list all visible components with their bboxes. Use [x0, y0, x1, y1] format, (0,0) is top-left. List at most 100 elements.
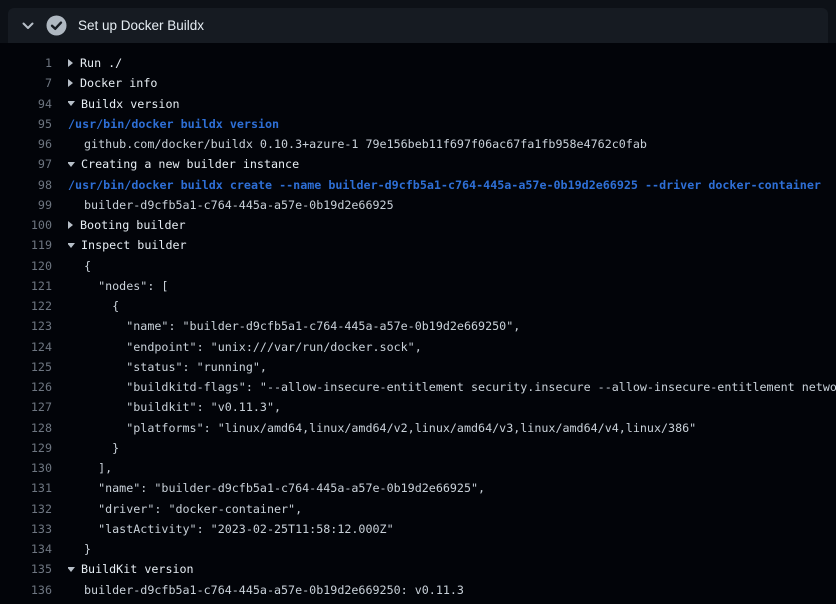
log-output-line: "name": "builder-d9cfb5a1-c764-445a-a57e…	[68, 319, 836, 333]
line-number[interactable]: 94	[0, 97, 52, 111]
log-text: Run ./	[80, 56, 122, 70]
triangle-down-icon	[68, 162, 75, 167]
line-number[interactable]: 96	[0, 137, 52, 151]
log-text: Creating a new builder instance	[81, 157, 299, 171]
log-text: }	[84, 441, 119, 455]
log-output-line: }	[68, 542, 836, 556]
log-output-line: "status": "running",	[68, 360, 836, 374]
line-number[interactable]: 132	[0, 502, 52, 516]
line-number[interactable]: 134	[0, 542, 52, 556]
log-group-header[interactable]: Run ./	[68, 56, 836, 70]
log-group-header[interactable]: Buildx version	[68, 97, 836, 111]
log-command-line: /usr/bin/docker buildx create --name bui…	[68, 178, 836, 192]
log-output-line: "name": "builder-d9cfb5a1-c764-445a-a57e…	[68, 481, 836, 495]
log-line: 136 builder-d9cfb5a1-c764-445a-a57e-0b19d…	[0, 580, 836, 600]
log-group-header[interactable]: Booting builder	[68, 218, 836, 232]
line-number[interactable]: 7	[0, 76, 52, 90]
log-line: 135 BuildKit version	[0, 559, 836, 579]
log-output-line: builder-d9cfb5a1-c764-445a-a57e-0b19d2e6…	[68, 198, 836, 212]
log-output-line: "nodes": [	[68, 279, 836, 293]
line-number[interactable]: 120	[0, 259, 52, 273]
log-line: 124 "endpoint": "unix:///var/run/docker.…	[0, 337, 836, 357]
chevron-down-icon	[20, 18, 36, 34]
log-text: /usr/bin/docker buildx version	[68, 117, 279, 131]
triangle-down-icon	[68, 243, 75, 248]
log-output-line: "endpoint": "unix:///var/run/docker.sock…	[68, 340, 836, 354]
log-output-line: }	[68, 441, 836, 455]
log-line: 1 Run ./	[0, 53, 836, 73]
triangle-down-icon	[68, 567, 75, 572]
line-number[interactable]: 136	[0, 583, 52, 597]
line-number[interactable]: 100	[0, 218, 52, 232]
line-number[interactable]: 122	[0, 299, 52, 313]
line-number[interactable]: 124	[0, 340, 52, 354]
log-command-line: /usr/bin/docker buildx version	[68, 117, 836, 131]
triangle-right-icon	[68, 221, 73, 229]
log-line: 132 "driver": "docker-container",	[0, 499, 836, 519]
log-line: 122 {	[0, 296, 836, 316]
collapse-step-button[interactable]	[16, 14, 40, 38]
log-line: 119 Inspect builder	[0, 235, 836, 255]
line-number[interactable]: 133	[0, 522, 52, 536]
log-text: "buildkitd-flags": "--allow-insecure-ent…	[84, 380, 836, 394]
log-output-line: {	[68, 299, 836, 313]
log-line: 121 "nodes": [	[0, 276, 836, 296]
log-output-line: builder-d9cfb5a1-c764-445a-a57e-0b19d2e6…	[68, 583, 836, 597]
line-number[interactable]: 131	[0, 481, 52, 495]
log-line: 125 "status": "running",	[0, 357, 836, 377]
log-text: "platforms": "linux/amd64,linux/amd64/v2…	[84, 421, 696, 435]
line-number[interactable]: 135	[0, 562, 52, 576]
check-circle-icon	[46, 15, 67, 36]
log-line: 99 builder-d9cfb5a1-c764-445a-a57e-0b19d2…	[0, 195, 836, 215]
log-text: "nodes": [	[84, 279, 168, 293]
log-text: "driver": "docker-container",	[84, 502, 302, 516]
log-container: 1 Run ./ 7 Docker info 94 Buildx version 95/us…	[0, 43, 836, 604]
log-line: 134}	[0, 539, 836, 559]
log-text: /usr/bin/docker buildx create --name bui…	[68, 178, 821, 192]
triangle-right-icon	[68, 79, 73, 87]
log-line: 120 {	[0, 256, 836, 276]
line-number[interactable]: 129	[0, 441, 52, 455]
log-text: Inspect builder	[81, 238, 187, 252]
log-text: Booting builder	[80, 218, 186, 232]
line-number[interactable]: 98	[0, 178, 52, 192]
log-text: Buildx version	[81, 97, 180, 111]
line-number[interactable]: 123	[0, 319, 52, 333]
step-title: Set up Docker Buildx	[78, 8, 204, 43]
log-output-line: "buildkit": "v0.11.3",	[68, 400, 836, 414]
log-text: builder-d9cfb5a1-c764-445a-a57e-0b19d2e6…	[84, 583, 464, 597]
step-header[interactable]: Set up Docker Buildx	[8, 8, 828, 43]
log-group-header[interactable]: Creating a new builder instance	[68, 157, 836, 171]
line-number[interactable]: 119	[0, 238, 52, 252]
line-number[interactable]: 127	[0, 400, 52, 414]
line-number[interactable]: 128	[0, 421, 52, 435]
log-output-line: "driver": "docker-container",	[68, 502, 836, 516]
log-group-header[interactable]: Docker info	[68, 76, 836, 90]
log-text: BuildKit version	[81, 562, 194, 576]
log-line: 127 "buildkit": "v0.11.3",	[0, 397, 836, 417]
log-group-header[interactable]: BuildKit version	[68, 562, 836, 576]
log-text: Docker info	[80, 76, 157, 90]
log-group-header[interactable]: Inspect builder	[68, 238, 836, 252]
log-text: {	[84, 259, 91, 273]
log-line: 130 ],	[0, 458, 836, 478]
triangle-right-icon	[68, 59, 73, 67]
log-text: builder-d9cfb5a1-c764-445a-a57e-0b19d2e6…	[84, 198, 394, 212]
log-line: 123 "name": "builder-d9cfb5a1-c764-445a-…	[0, 316, 836, 336]
log-text: "status": "running",	[84, 360, 267, 374]
log-text: }	[84, 542, 91, 556]
log-line: 126 "buildkitd-flags": "--allow-insecure…	[0, 377, 836, 397]
log-output-line: github.com/docker/buildx 0.10.3+azure-1 …	[68, 137, 836, 151]
log-line: 133 "lastActivity": "2023-02-25T11:58:12…	[0, 519, 836, 539]
line-number[interactable]: 125	[0, 360, 52, 374]
line-number[interactable]: 99	[0, 198, 52, 212]
line-number[interactable]: 126	[0, 380, 52, 394]
log-output-line: "platforms": "linux/amd64,linux/amd64/v2…	[68, 421, 836, 435]
line-number[interactable]: 97	[0, 157, 52, 171]
line-number[interactable]: 121	[0, 279, 52, 293]
line-number[interactable]: 130	[0, 461, 52, 475]
line-number[interactable]: 95	[0, 117, 52, 131]
line-number[interactable]: 1	[0, 56, 52, 70]
log-line: 97 Creating a new builder instance	[0, 154, 836, 174]
log-line: 96 github.com/docker/buildx 0.10.3+azure-…	[0, 134, 836, 154]
